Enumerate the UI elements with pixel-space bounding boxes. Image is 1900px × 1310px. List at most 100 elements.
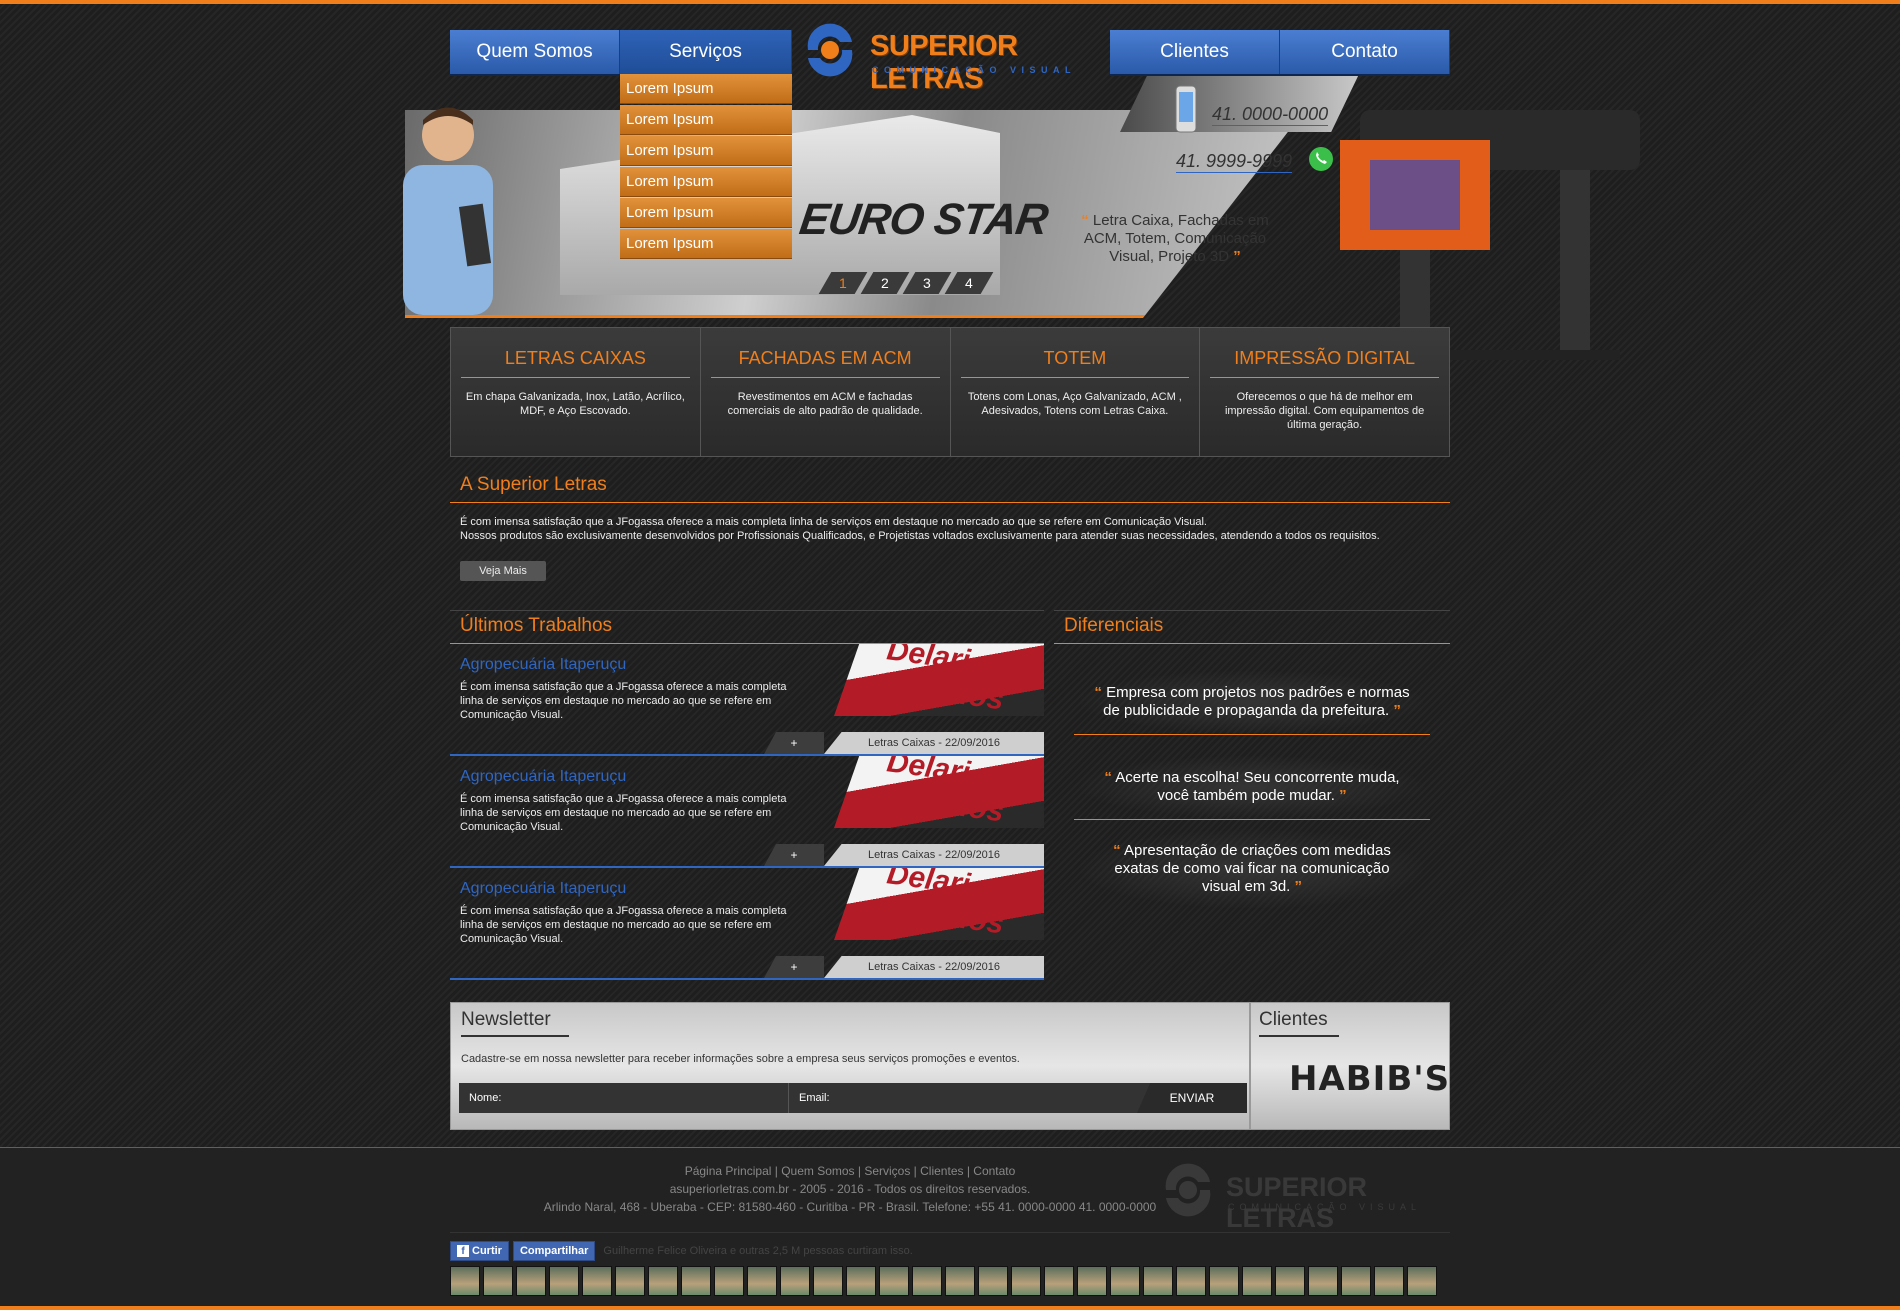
avatar[interactable] <box>1308 1266 1338 1296</box>
avatar[interactable] <box>747 1266 777 1296</box>
works-section: Últimos Trabalhos Agropecuária Itaperuçu… <box>450 610 1044 980</box>
slide-dot-2[interactable]: 2 <box>860 272 910 294</box>
nav-clientes[interactable]: Clientes <box>1110 30 1280 74</box>
avatar[interactable] <box>1242 1266 1272 1296</box>
avatar[interactable] <box>1044 1266 1074 1296</box>
work-item[interactable]: Agropecuária Itaperuçu É com imensa sati… <box>450 644 1044 756</box>
avatar[interactable] <box>846 1266 876 1296</box>
top-accent-line <box>0 0 1900 4</box>
dropdown-item[interactable]: Lorem Ipsum <box>620 229 792 259</box>
avatar[interactable] <box>549 1266 579 1296</box>
dropdown-item[interactable]: Lorem Ipsum <box>620 198 792 228</box>
avatar[interactable] <box>1176 1266 1206 1296</box>
work-text: É com imensa satisfação que a JFogassa o… <box>460 681 787 721</box>
diferencial-item: “ Apresentação de criações com medidas e… <box>1074 828 1430 910</box>
quote-close-icon: ” <box>1393 702 1401 719</box>
email-field[interactable]: Email: <box>789 1083 1129 1113</box>
nav-servicos[interactable]: Serviços <box>620 30 792 74</box>
bottom-accent-line <box>0 1306 1900 1310</box>
avatar[interactable] <box>483 1266 513 1296</box>
service-title: FACHADAS EM ACM <box>710 348 940 378</box>
newsletter-description: Cadastre-se em nossa newsletter para rec… <box>461 1053 1020 1065</box>
avatar[interactable] <box>1275 1266 1305 1296</box>
name-field[interactable]: Nome: <box>459 1083 789 1113</box>
works-title: Últimos Trabalhos <box>450 610 1044 644</box>
slide-dot-3[interactable]: 3 <box>902 272 952 294</box>
avatar[interactable] <box>879 1266 909 1296</box>
service-box[interactable]: FACHADAS EM ACM Revestimentos em ACM e f… <box>701 328 951 456</box>
work-thumbnail[interactable]: Delari Veículos <box>834 756 1044 828</box>
footer-logo-subtitle: COMUNICAÇÃO VISUAL <box>1228 1202 1422 1212</box>
avatar[interactable] <box>582 1266 612 1296</box>
avatar[interactable] <box>1209 1266 1239 1296</box>
avatar[interactable] <box>978 1266 1008 1296</box>
work-title[interactable]: Agropecuária Itaperuçu <box>460 656 626 674</box>
dropdown-item[interactable]: Lorem Ipsum <box>620 74 792 104</box>
avatar[interactable] <box>516 1266 546 1296</box>
service-title: IMPRESSÃO DIGITAL <box>1210 348 1439 378</box>
work-title[interactable]: Agropecuária Itaperuçu <box>460 880 626 898</box>
newsletter-panel: Newsletter Cadastre-se em nossa newslett… <box>450 1002 1250 1130</box>
avatar[interactable] <box>1143 1266 1173 1296</box>
client-logo-habibs[interactable]: HABIB'S <box>1289 1059 1450 1099</box>
diferencial-item: “ Acerte na escolha! Seu concorrente mud… <box>1074 755 1430 820</box>
quote-open-icon: “ <box>1081 212 1089 229</box>
slide-dot-1[interactable]: 1 <box>818 272 868 294</box>
quote-open-icon: “ <box>1094 684 1102 701</box>
work-more-button[interactable]: + <box>764 844 824 866</box>
avatar[interactable] <box>945 1266 975 1296</box>
work-item[interactable]: Agropecuária Itaperuçu É com imensa sati… <box>450 756 1044 868</box>
footer-logo[interactable]: SUPERIOR LETRAS COMUNICAÇÃO VISUAL <box>1158 1160 1438 1233</box>
nav-quem-somos[interactable]: Quem Somos <box>450 30 620 74</box>
work-thumbnail-text: Delari Veículos <box>880 633 1006 717</box>
work-thumbnail[interactable]: Delari Veículos <box>834 644 1044 716</box>
avatar[interactable] <box>1110 1266 1140 1296</box>
avatar[interactable] <box>780 1266 810 1296</box>
footer: Página Principal | Quem Somos | Serviços… <box>0 1147 1900 1306</box>
avatar[interactable] <box>681 1266 711 1296</box>
avatar[interactable] <box>813 1266 843 1296</box>
service-box[interactable]: TOTEM Totens com Lonas, Aço Galvanizado,… <box>951 328 1201 456</box>
dropdown-item[interactable]: Lorem Ipsum <box>620 105 792 135</box>
work-more-button[interactable]: + <box>764 732 824 754</box>
nav-contato[interactable]: Contato <box>1280 30 1450 74</box>
service-box[interactable]: IMPRESSÃO DIGITAL Oferecemos o que há de… <box>1200 328 1449 456</box>
work-text: É com imensa satisfação que a JFogassa o… <box>460 793 787 833</box>
quote-close-icon: ” <box>1294 878 1303 895</box>
work-thumbnail[interactable]: Delari Veículos <box>834 868 1044 940</box>
work-tag: Letras Caixas - 22/09/2016 <box>824 844 1044 866</box>
avatar[interactable] <box>450 1266 480 1296</box>
facebook-like-button[interactable]: f Curtir <box>450 1241 509 1261</box>
phone-number-2[interactable]: 41. 9999-9999 <box>1176 151 1293 173</box>
avatar[interactable] <box>615 1266 645 1296</box>
send-button[interactable]: ENVIAR <box>1137 1083 1247 1113</box>
work-tag: Letras Caixas - 22/09/2016 <box>824 732 1044 754</box>
avatar[interactable] <box>1011 1266 1041 1296</box>
work-title[interactable]: Agropecuária Itaperuçu <box>460 768 626 786</box>
avatar[interactable] <box>714 1266 744 1296</box>
slide-dot-4[interactable]: 4 <box>944 272 994 294</box>
facebook-share-button[interactable]: Compartilhar <box>512 1241 596 1261</box>
about-text: É com imensa satisfação que a JFogassa o… <box>450 503 1450 543</box>
avatar[interactable] <box>1077 1266 1107 1296</box>
avatar[interactable] <box>1407 1266 1437 1296</box>
diferenciais-title: Diferenciais <box>1054 610 1450 644</box>
dropdown-item[interactable]: Lorem Ipsum <box>620 167 792 197</box>
service-text: Em chapa Galvanizada, Inox, Latão, Acríl… <box>465 391 685 417</box>
footer-address: Arlindo Naral, 468 - Uberaba - CEP: 8158… <box>543 1200 1157 1214</box>
tagline-text: Letra Caixa, Fachadas em ACM, Totem, Com… <box>1083 212 1269 265</box>
diferencial-text: Empresa com projetos nos padrões e norma… <box>1103 684 1410 719</box>
footer-links[interactable]: Página Principal | Quem Somos | Serviços… <box>500 1162 1200 1180</box>
work-more-button[interactable]: + <box>764 956 824 978</box>
footer-divider <box>450 1232 1450 1233</box>
avatar[interactable] <box>1374 1266 1404 1296</box>
work-item[interactable]: Agropecuária Itaperuçu É com imensa sati… <box>450 868 1044 980</box>
dropdown-item[interactable]: Lorem Ipsum <box>620 136 792 166</box>
avatar[interactable] <box>912 1266 942 1296</box>
veja-mais-button[interactable]: Veja Mais <box>460 561 546 581</box>
service-text: Oferecemos o que há de melhor em impress… <box>1224 391 1425 431</box>
avatar[interactable] <box>1341 1266 1371 1296</box>
avatar[interactable] <box>648 1266 678 1296</box>
site-logo[interactable]: SUPERIOR LETRAS COMUNICAÇÃO VISUAL <box>800 20 1110 95</box>
service-box[interactable]: LETRAS CAIXAS Em chapa Galvanizada, Inox… <box>451 328 701 456</box>
